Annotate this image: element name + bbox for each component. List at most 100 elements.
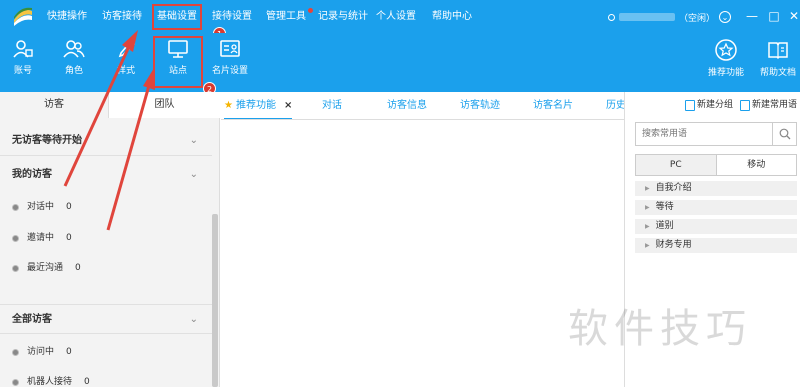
segment-mobile[interactable]: 移动 (715, 155, 796, 175)
account-icon (13, 40, 33, 58)
list-item-chatting[interactable]: 对话中 0 (12, 199, 72, 215)
tool-account-label: 账号 (13, 66, 32, 76)
category-label: 自我介绍 (655, 183, 692, 193)
section-all-visitors[interactable]: 全部访客 ⌄ (0, 304, 212, 334)
new-group-button[interactable]: 新建分组 (685, 98, 733, 112)
username-redacted (619, 13, 675, 21)
list-item-count: 0 (84, 377, 90, 387)
recommend-icon (715, 39, 737, 61)
minimize-icon[interactable]: — (744, 8, 760, 24)
tool-site-label: 站点 (168, 66, 187, 76)
new-phrase-label: 新建常用语 (752, 100, 798, 110)
tab-recommend-label: 推荐功能 (235, 100, 276, 111)
menu-management-tools[interactable]: 管理工具 (266, 9, 306, 25)
chevron-down-icon[interactable]: ⌄ (190, 160, 198, 190)
close-tab-icon[interactable]: × (284, 100, 292, 111)
tab-recommend[interactable]: ★ 推荐功能 × (224, 92, 293, 119)
tab-visitor-card[interactable]: 访客名片 (533, 92, 573, 119)
phrase-search (635, 122, 797, 146)
card-settings-icon (220, 40, 240, 57)
menu-records-stats[interactable]: 记录与统计 (318, 9, 368, 25)
tool-help-doc-label: 帮助文档 (759, 68, 796, 78)
tool-recommend-label: 推荐功能 (707, 68, 744, 78)
segment-pc[interactable]: PC (636, 155, 716, 175)
triangle-right-icon: ▶ (645, 185, 650, 192)
section-my-visitors-title: 我的访客 (12, 169, 52, 180)
section-waiting-title: 无访客等待开始 (12, 135, 82, 146)
list-item-count: 0 (75, 263, 81, 273)
category-item[interactable]: ▶ 自我介绍 (635, 181, 797, 196)
category-label: 财务专用 (655, 240, 692, 250)
tab-visitor-track[interactable]: 访客轨迹 (460, 92, 500, 119)
tool-card-settings-label: 名片设置 (211, 66, 248, 76)
category-item[interactable]: ▶ 财务专用 (635, 238, 797, 253)
list-item-inviting[interactable]: 邀请中 0 (12, 230, 72, 246)
tool-recommend[interactable]: 推荐功能 (704, 39, 748, 85)
watermark: 软件技巧 (568, 306, 752, 352)
triangle-right-icon: ▶ (645, 242, 650, 249)
category-item[interactable]: ▶ 道别 (635, 219, 797, 234)
sidebar-tabs: 访客 团队 (0, 92, 220, 118)
bullet-icon (12, 234, 19, 242)
top-menu-bar: 快捷操作 访客接待 基础设置 接待设置 管理工具 记录与统计 个人设置 帮助中心… (0, 0, 800, 33)
section-all-visitors-title: 全部访客 (12, 314, 52, 325)
toolbar: 账号 角色 样式 站点 名片设置 推荐功能 帮助文档 (0, 33, 800, 92)
style-icon (118, 39, 136, 58)
tab-visitor-info[interactable]: 访客信息 (387, 92, 427, 119)
status-text: （空闲） (679, 13, 716, 24)
bullet-icon (12, 264, 19, 272)
help-doc-icon (768, 42, 788, 60)
status-ring-icon (608, 13, 615, 21)
tab-team[interactable]: 团队 (108, 92, 220, 118)
list-item-recent[interactable]: 最近沟通 0 (12, 260, 81, 276)
tool-account[interactable]: 账号 (1, 39, 45, 85)
menu-visitor-reception[interactable]: 访客接待 (102, 9, 142, 25)
sidebar-scrollbar[interactable] (212, 214, 218, 387)
notification-dot (308, 8, 313, 13)
maximize-icon[interactable]: □ (766, 8, 782, 24)
menu-help-center[interactable]: 帮助中心 (432, 9, 472, 25)
search-icon[interactable] (772, 123, 796, 145)
bullet-icon (12, 378, 19, 386)
tool-style-label: 样式 (116, 66, 135, 76)
site-icon (168, 40, 188, 58)
menu-personal-settings[interactable]: 个人设置 (376, 9, 416, 25)
role-icon (63, 40, 85, 58)
menu-basic-settings[interactable]: 基础设置 (152, 4, 202, 30)
category-item[interactable]: ▶ 等待 (635, 200, 797, 215)
app-logo-icon (14, 7, 32, 26)
tool-card-settings[interactable]: 名片设置 (208, 39, 252, 85)
bullet-icon (12, 348, 19, 356)
search-input[interactable] (636, 123, 772, 145)
chevron-down-icon[interactable]: ⌄ (719, 11, 732, 23)
close-icon[interactable]: ✕ (786, 8, 800, 24)
visitor-sidebar: 访客 团队 无访客等待开始 ⌄ 我的访客 ⌄ 对话中 0 邀请中 0 最近沟通 … (0, 92, 220, 387)
list-item-label: 邀请中 (27, 233, 55, 243)
list-item-label: 机器人接待 (27, 377, 73, 387)
menu-reception-settings[interactable]: 接待设置 (212, 9, 252, 25)
chevron-down-icon[interactable]: ⌄ (190, 305, 198, 335)
list-item-robot[interactable]: 机器人接待 0 (12, 374, 90, 387)
section-waiting[interactable]: 无访客等待开始 ⌄ (0, 126, 212, 156)
tool-help-doc[interactable]: 帮助文档 (756, 39, 800, 85)
new-group-label: 新建分组 (697, 100, 734, 110)
content-tabs: ★ 推荐功能 × 对话 访客信息 访客轨迹 访客名片 历史 (221, 92, 624, 120)
doc-icon (740, 99, 750, 111)
user-status[interactable]: （空闲） ⌄ (608, 10, 732, 24)
list-icon (685, 99, 695, 111)
tab-chat[interactable]: 对话 (322, 92, 342, 119)
tool-role[interactable]: 角色 (52, 39, 96, 85)
tool-site[interactable]: 站点 (153, 36, 203, 88)
tab-visitors[interactable]: 访客 (0, 92, 108, 118)
list-item-visiting[interactable]: 访问中 0 (12, 344, 72, 360)
tool-style[interactable]: 样式 (104, 39, 148, 85)
device-segment: PC 移动 (635, 154, 797, 176)
chevron-down-icon[interactable]: ⌄ (190, 126, 198, 156)
list-item-count: 0 (66, 347, 72, 357)
new-phrase-button[interactable]: 新建常用语 (740, 98, 797, 112)
triangle-right-icon: ▶ (645, 204, 650, 211)
section-my-visitors[interactable]: 我的访客 ⌄ (0, 160, 212, 190)
menu-quick-actions[interactable]: 快捷操作 (47, 9, 87, 25)
category-label: 等待 (655, 202, 674, 212)
tab-history[interactable]: 历史 (606, 92, 624, 119)
